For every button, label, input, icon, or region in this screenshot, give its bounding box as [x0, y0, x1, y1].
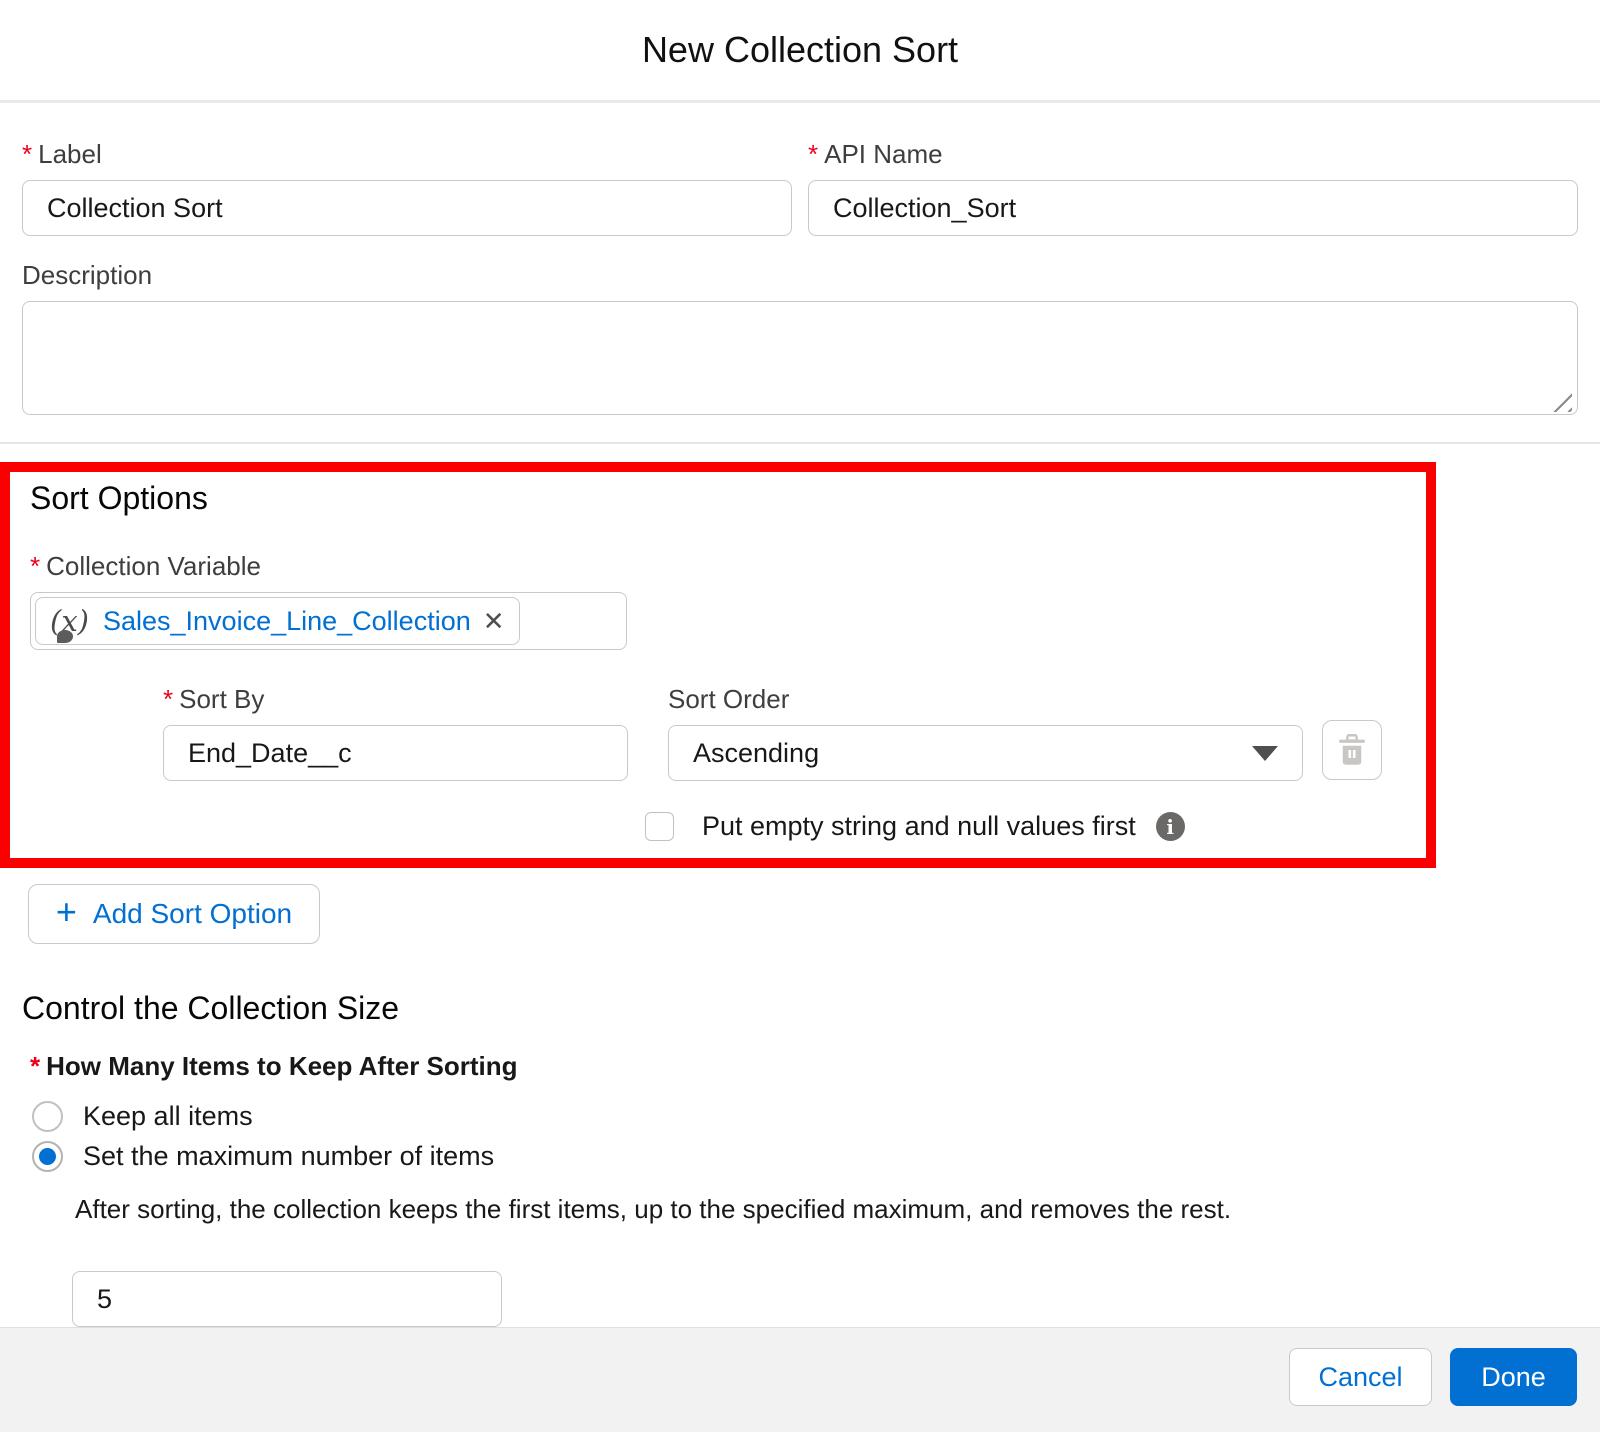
sort-by-input[interactable]	[163, 725, 628, 781]
label-input[interactable]	[22, 180, 792, 236]
how-many-items-label: *How Many Items to Keep After Sorting	[30, 1051, 1578, 1082]
done-button[interactable]: Done	[1450, 1348, 1577, 1406]
delete-sort-option-button[interactable]	[1322, 720, 1382, 780]
keep-items-radio-group: Keep all items Set the maximum number of…	[22, 1096, 1578, 1176]
chevron-down-icon	[1252, 746, 1278, 761]
sort-order-value: Ascending	[693, 738, 819, 769]
sort-order-label: Sort Order	[668, 684, 1303, 715]
add-sort-option-label: Add Sort Option	[93, 898, 292, 930]
modal-footer: Cancel Done	[0, 1327, 1600, 1432]
radio-keep-all-items-label: Keep all items	[83, 1101, 253, 1132]
name-fields-row: *Label *API Name	[22, 139, 1578, 236]
collection-variable-pill-label[interactable]: Sales_Invoice_Line_Collection	[103, 606, 471, 637]
plus-icon: +	[56, 894, 77, 930]
sort-by-field-group: *Sort By	[163, 684, 628, 781]
api-name-field-label: *API Name	[808, 139, 1578, 170]
api-name-field-group: *API Name	[808, 139, 1578, 236]
add-sort-option-button[interactable]: + Add Sort Option	[28, 884, 320, 944]
modal-body: *Label *API Name Description Sort Option…	[0, 103, 1600, 1327]
description-field-group: Description	[22, 260, 1578, 420]
sort-by-label: *Sort By	[163, 684, 628, 715]
sort-options-highlight-box: Sort Options *Collection Variable (x) Sa…	[0, 462, 1436, 868]
description-textarea-wrap	[22, 301, 1578, 420]
trash-icon	[1337, 734, 1367, 766]
sort-order-dropdown[interactable]: Ascending	[668, 725, 1303, 781]
description-textarea[interactable]	[22, 301, 1578, 415]
collection-variable-pill[interactable]: (x) Sales_Invoice_Line_Collection ✕	[35, 597, 520, 645]
required-asterisk: *	[808, 139, 818, 169]
radio-set-maximum-label: Set the maximum number of items	[83, 1141, 494, 1172]
required-asterisk: *	[22, 139, 32, 169]
cancel-button[interactable]: Cancel	[1289, 1348, 1432, 1406]
empty-first-row: Put empty string and null values first i	[645, 811, 1406, 842]
collection-variable-combobox[interactable]: (x) Sales_Invoice_Line_Collection ✕	[30, 592, 627, 650]
sort-row: *Sort By Sort Order Ascending	[163, 684, 1406, 781]
description-field-label: Description	[22, 260, 1578, 291]
max-items-input[interactable]	[72, 1271, 502, 1327]
section-divider	[0, 442, 1600, 444]
sort-options-heading: Sort Options	[30, 480, 1406, 517]
modal-header: New Collection Sort	[0, 0, 1600, 103]
label-field-label: *Label	[22, 139, 792, 170]
radio-button-unselected[interactable]	[32, 1101, 63, 1132]
close-icon[interactable]: ✕	[483, 608, 505, 634]
required-asterisk: *	[30, 1051, 40, 1081]
variable-icon: (x)	[50, 607, 91, 636]
empty-first-label: Put empty string and null values first	[702, 811, 1136, 842]
variable-icon-blob	[57, 630, 73, 643]
radio-button-selected[interactable]	[32, 1141, 63, 1172]
page-title: New Collection Sort	[642, 29, 958, 71]
sort-order-field-group: Sort Order Ascending	[668, 684, 1303, 781]
info-icon[interactable]: i	[1156, 812, 1185, 841]
radio-set-maximum[interactable]: Set the maximum number of items	[32, 1136, 1578, 1176]
radio-keep-all-items[interactable]: Keep all items	[32, 1096, 1578, 1136]
api-name-input[interactable]	[808, 180, 1578, 236]
empty-first-checkbox[interactable]	[645, 812, 674, 841]
required-asterisk: *	[163, 684, 173, 714]
collection-variable-label: *Collection Variable	[30, 551, 1406, 582]
label-field-group: *Label	[22, 139, 792, 236]
required-asterisk: *	[30, 551, 40, 581]
collection-size-heading: Control the Collection Size	[22, 990, 1578, 1027]
max-items-helper-text: After sorting, the collection keeps the …	[75, 1194, 1578, 1225]
